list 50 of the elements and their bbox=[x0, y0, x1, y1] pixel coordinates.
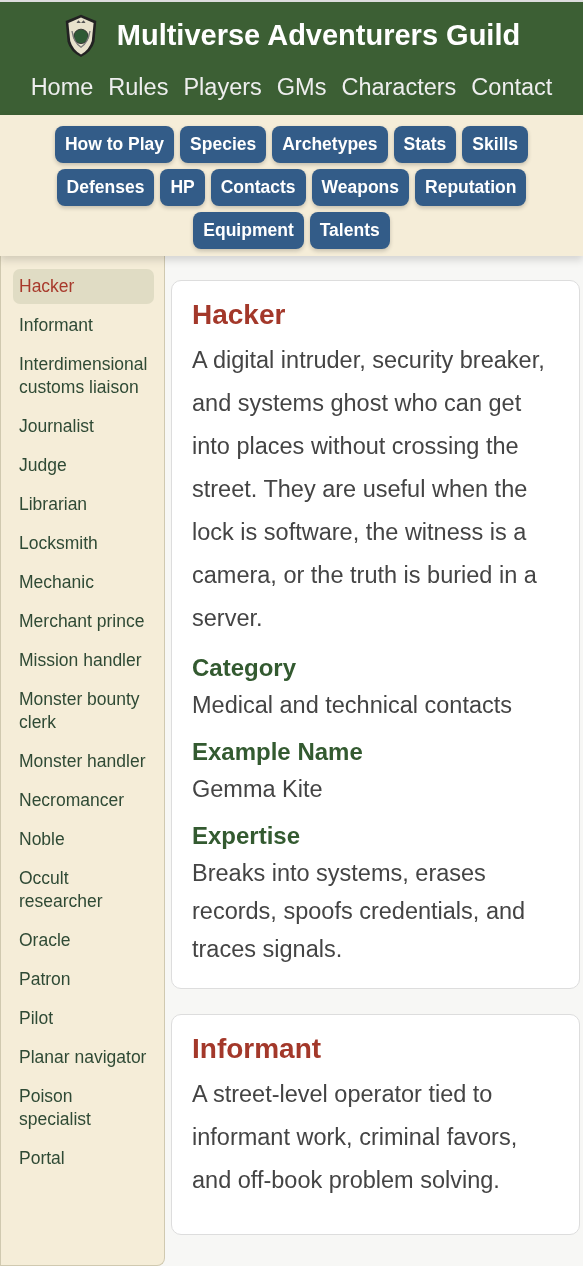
nav-link[interactable]: GMs bbox=[276, 74, 327, 101]
sidebar-item[interactable]: Noble bbox=[13, 822, 154, 857]
nav-link[interactable]: Contact bbox=[471, 74, 553, 101]
sidebar-item[interactable]: Journalist bbox=[13, 409, 154, 444]
section-button[interactable]: Talents bbox=[309, 212, 390, 249]
section-button[interactable]: Equipment bbox=[193, 212, 304, 249]
card-title: Informant bbox=[192, 1033, 323, 1065]
sidebar-item[interactable]: Monster bounty clerk bbox=[13, 682, 154, 740]
field-label: Example Name bbox=[192, 738, 364, 766]
sidebar-item[interactable]: Occult researcher bbox=[13, 861, 154, 919]
section-button[interactable]: Archetypes bbox=[272, 126, 388, 163]
section-button[interactable]: HP bbox=[160, 169, 205, 206]
sidebar-item[interactable]: Hacker bbox=[13, 269, 154, 304]
description-text: A street-level operator tied to informant work, criminal favors, and off-book problem solving. bbox=[192, 1080, 519, 1195]
sidebar-item[interactable]: Monster handler bbox=[13, 744, 154, 779]
sidebar-item[interactable]: Mission handler bbox=[13, 643, 154, 678]
site-title: Multiverse Adventurers Guild bbox=[116, 19, 521, 52]
sidebar-item[interactable]: Interdimensional customs liaison bbox=[13, 347, 154, 405]
sidebar-item[interactable]: Planar navigator bbox=[13, 1040, 154, 1075]
sidebar-item[interactable]: Patron bbox=[13, 962, 154, 997]
sidebar-item[interactable]: Portal bbox=[13, 1141, 154, 1176]
sidebar-item[interactable]: Necromancer bbox=[13, 783, 154, 818]
sidebar-item[interactable]: Mechanic bbox=[13, 565, 154, 600]
card-title: Hacker bbox=[192, 299, 287, 331]
sidebar-item[interactable]: Pilot bbox=[13, 1001, 154, 1036]
field-value: Gemma Kite bbox=[192, 775, 324, 804]
field-label: Expertise bbox=[192, 822, 302, 850]
sidebar-item[interactable]: Oracle bbox=[13, 923, 154, 958]
field-label: Category bbox=[192, 654, 298, 682]
nav-link[interactable]: Characters bbox=[341, 74, 457, 101]
section-button[interactable]: Stats bbox=[393, 126, 457, 163]
section-button[interactable]: Weapons bbox=[311, 169, 410, 206]
sidebar-item[interactable]: Librarian bbox=[13, 487, 154, 522]
sidebar-item[interactable]: Poison specialist bbox=[13, 1079, 154, 1137]
nav-link[interactable]: Home bbox=[30, 74, 94, 101]
sidebar-item[interactable]: Locksmith bbox=[13, 526, 154, 561]
nav-link[interactable]: Rules bbox=[108, 74, 169, 101]
field-value: Medical and technical contacts bbox=[192, 691, 514, 720]
section-button[interactable]: How to Play bbox=[54, 126, 175, 163]
nav-link[interactable]: Players bbox=[183, 74, 262, 101]
sidebar-item[interactable]: Informant bbox=[13, 308, 154, 343]
section-button[interactable]: Skills bbox=[462, 126, 529, 163]
section-button[interactable]: Reputation bbox=[415, 169, 527, 206]
section-button[interactable]: Species bbox=[180, 126, 267, 163]
sidebar-item[interactable]: Judge bbox=[13, 448, 154, 483]
section-button[interactable]: Contacts bbox=[210, 169, 306, 206]
section-button[interactable]: Defenses bbox=[56, 169, 155, 206]
field-value: Breaks into systems, erases records, spoofs credentials, and traces signals. bbox=[192, 859, 527, 964]
description-text: A digital intruder, security breaker, and systems ghost who can get into places without crossing the street. They are useful when the lock is software, the witness is a camera, or the truth is buried in a server. bbox=[192, 346, 546, 633]
sidebar-item[interactable]: Merchant prince bbox=[13, 604, 154, 639]
